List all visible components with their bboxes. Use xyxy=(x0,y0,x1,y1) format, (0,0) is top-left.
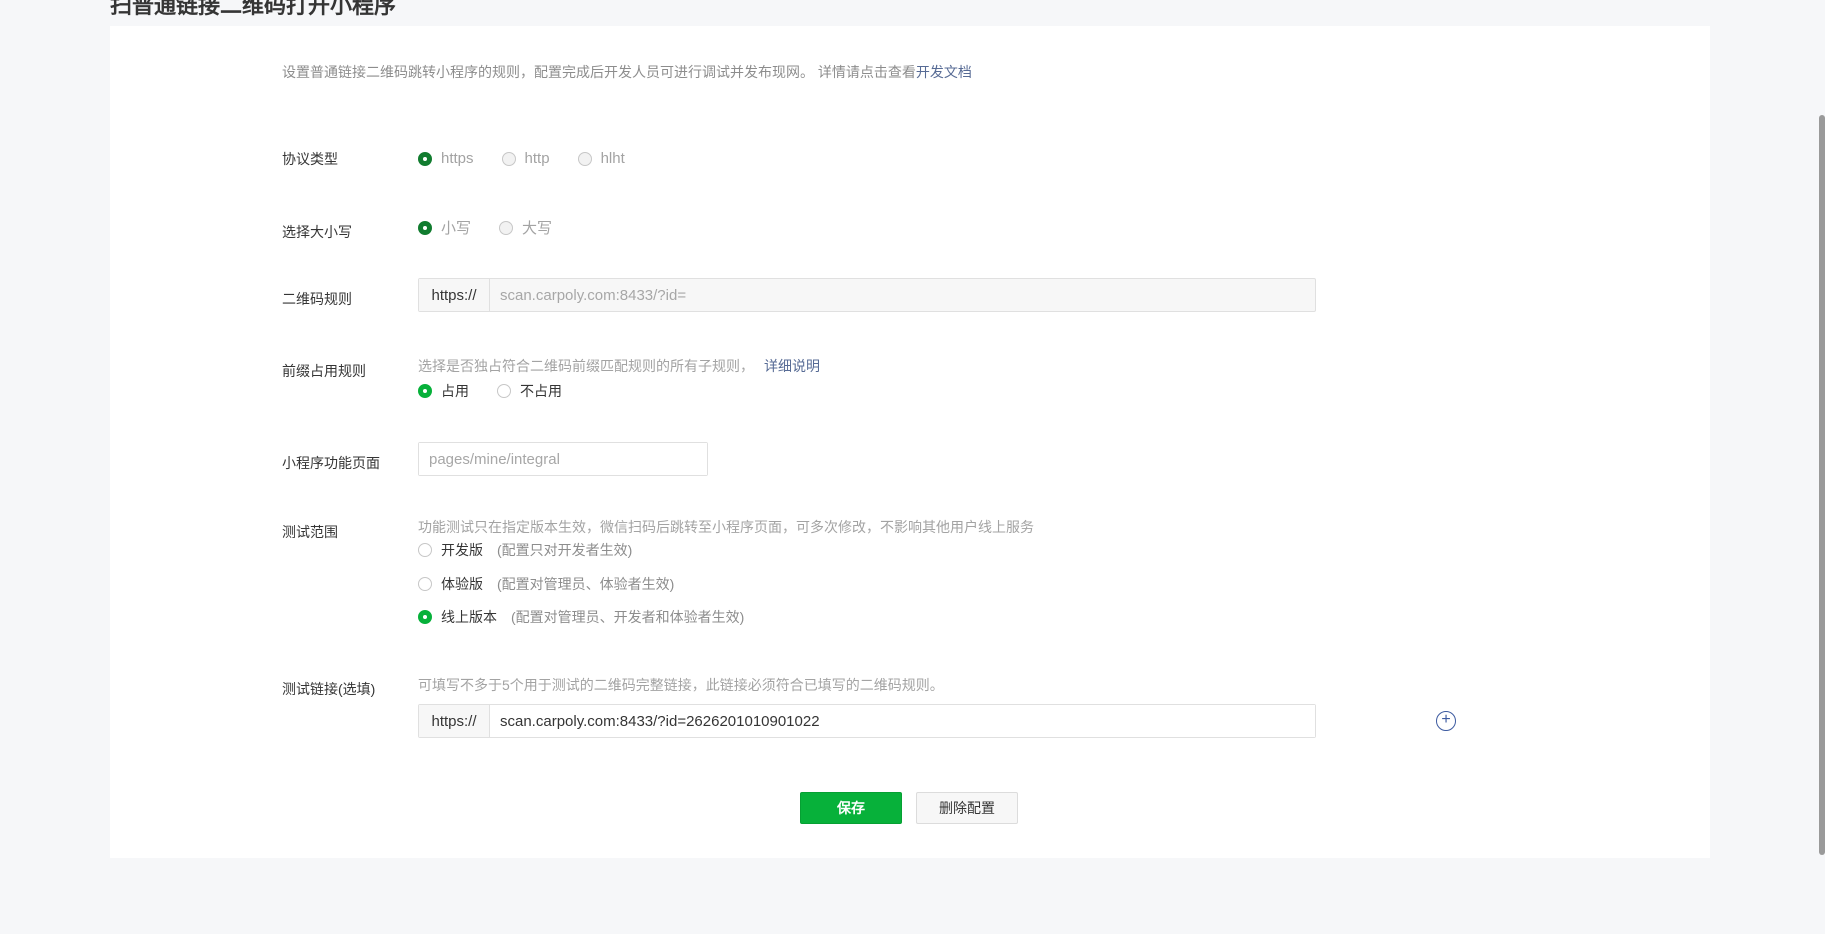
prefix-rule-description: 选择是否独占符合二维码前缀匹配规则的所有子规则， 详细说明 xyxy=(418,358,820,374)
prefix-option-occupy[interactable]: 占用 xyxy=(418,381,469,401)
radio-unchecked-icon[interactable] xyxy=(577,151,592,166)
test-link-prefix: https:// xyxy=(419,705,490,737)
mp-page-input[interactable]: pages/mine/integral xyxy=(418,442,708,476)
case-label: 选择大小写 xyxy=(282,224,352,240)
qr-rule-label: 二维码规则 xyxy=(282,291,352,307)
prefix-rule-radio-group: 占用 不占用 xyxy=(418,381,590,401)
qr-rule-input[interactable]: scan.carpoly.com:8433/?id= xyxy=(490,279,1315,311)
save-button[interactable]: 保存 xyxy=(800,792,902,824)
prefix-rule-label: 前缀占用规则 xyxy=(282,363,366,379)
radio-unchecked-icon[interactable] xyxy=(418,577,432,591)
detail-link[interactable]: 详细说明 xyxy=(764,358,820,374)
test-link-description: 可填写不多于5个用于测试的二维码完整链接，此链接必须符合已填写的二维码规则。 xyxy=(418,677,944,693)
dev-docs-link[interactable]: 开发文档 xyxy=(916,64,972,80)
protocol-option-https[interactable]: https xyxy=(418,150,474,167)
delete-config-button[interactable]: 删除配置 xyxy=(916,792,1018,824)
test-scope-option-dev[interactable]: 开发版 (配置只对开发者生效) xyxy=(418,540,632,560)
test-scope-option-online[interactable]: 线上版本 (配置对管理员、开发者和体验者生效) xyxy=(418,607,744,627)
radio-unchecked-icon[interactable] xyxy=(501,151,516,166)
test-scope-option-trial[interactable]: 体验版 (配置对管理员、体验者生效) xyxy=(418,574,674,594)
qr-rule-prefix: https:// xyxy=(419,279,490,311)
case-option-lower[interactable]: 小写 xyxy=(418,217,471,238)
protocol-radio-group: https http hlht xyxy=(418,150,653,167)
qr-rule-input-group: https:// scan.carpoly.com:8433/?id= xyxy=(418,278,1316,312)
page-title: 扫普通链接二维码打开小程序 xyxy=(110,0,397,18)
plus-circle-icon[interactable]: + xyxy=(1436,711,1456,731)
test-link-input-group: https:// scan.carpoly.com:8433/?id=26262… xyxy=(418,704,1316,738)
protocol-label: 协议类型 xyxy=(282,151,338,167)
prefix-option-not-occupy[interactable]: 不占用 xyxy=(497,381,562,401)
radio-unchecked-icon[interactable] xyxy=(497,384,511,398)
radio-checked-icon[interactable] xyxy=(418,384,432,398)
radio-checked-icon[interactable] xyxy=(418,220,432,235)
case-option-upper[interactable]: 大写 xyxy=(499,217,552,238)
radio-checked-icon[interactable] xyxy=(418,151,432,166)
case-radio-group: 小写 大写 xyxy=(418,217,580,238)
test-link-label: 测试链接(选填) xyxy=(282,681,376,697)
mp-page-label: 小程序功能页面 xyxy=(282,455,380,471)
test-scope-label: 测试范围 xyxy=(282,524,338,540)
protocol-option-hlht[interactable]: hlht xyxy=(577,150,625,167)
radio-checked-icon[interactable] xyxy=(418,610,432,624)
intro-text: 设置普通链接二维码跳转小程序的规则，配置完成后开发人员可进行调试并发布现网。 详… xyxy=(282,62,972,82)
protocol-option-http[interactable]: http xyxy=(501,150,550,167)
intro-description: 设置普通链接二维码跳转小程序的规则，配置完成后开发人员可进行调试并发布现网。 详… xyxy=(282,64,916,80)
mp-page-placeholder: pages/mine/integral xyxy=(419,443,707,475)
vertical-scrollbar[interactable] xyxy=(1819,115,1825,855)
radio-unchecked-icon[interactable] xyxy=(499,220,514,235)
test-link-input[interactable]: scan.carpoly.com:8433/?id=26262010109010… xyxy=(490,705,1315,737)
radio-unchecked-icon[interactable] xyxy=(418,543,432,557)
test-scope-description: 功能测试只在指定版本生效，微信扫码后跳转至小程序页面，可多次修改，不影响其他用户… xyxy=(418,519,1034,535)
